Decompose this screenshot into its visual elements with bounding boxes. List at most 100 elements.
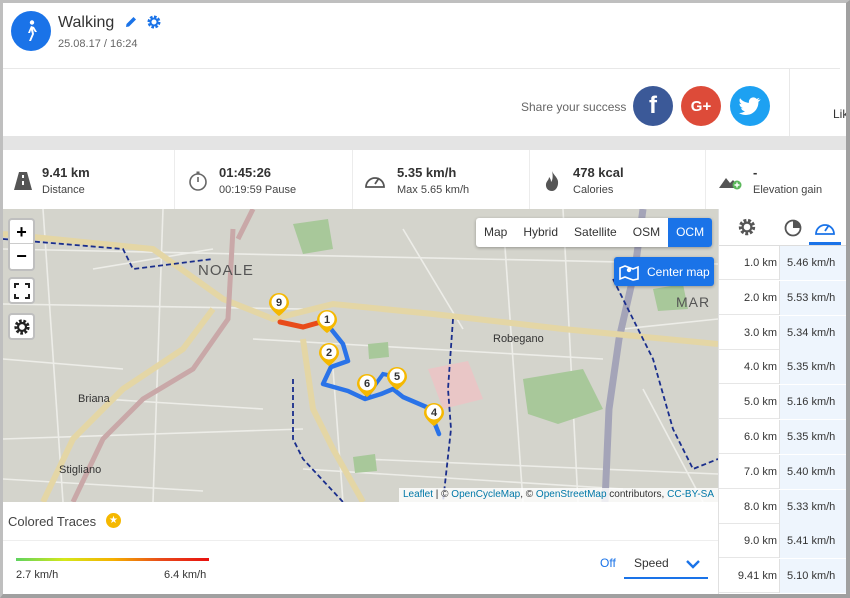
activity-header: Walking 25.08.17 / 16:24 <box>3 3 840 68</box>
pie-chart-icon[interactable] <box>783 218 803 243</box>
lap-row: 7.0 km 5.40 km/h <box>719 454 850 489</box>
like-label[interactable]: Lik <box>833 107 848 121</box>
opencyclemap-link[interactable]: OpenCycleMap <box>451 489 520 500</box>
pencil-icon[interactable] <box>124 15 138 34</box>
fullscreen-button[interactable] <box>8 277 35 304</box>
lap-speed: 5.41 km/h <box>779 524 850 559</box>
gear-icon[interactable] <box>737 217 757 242</box>
lap-distance: 9.0 km <box>743 535 777 548</box>
lap-speed: 5.10 km/h <box>779 559 850 594</box>
calories-label: Calories <box>573 184 614 196</box>
leaflet-link[interactable]: Leaflet <box>403 489 433 500</box>
lap-table: 1.0 km 5.46 km/h 2.0 km 5.53 km/h 3.0 km 5.34… <box>718 209 850 598</box>
google-plus-icon: G+ <box>690 97 712 115</box>
layer-satellite[interactable]: Satellite <box>566 218 625 247</box>
center-map-button[interactable]: Center map <box>614 257 714 286</box>
gradient-max-label: 6.4 km/h <box>164 569 207 581</box>
map-settings-button[interactable] <box>8 313 35 340</box>
place-label-mar: MAR <box>676 294 710 310</box>
lap-speed: 5.35 km/h <box>779 350 850 385</box>
lap-row: 3.0 km 5.34 km/h <box>719 315 850 350</box>
marker-label-6: 6 <box>364 378 370 390</box>
zoom-out-button[interactable]: − <box>10 244 33 268</box>
map-icon <box>619 264 639 281</box>
lap-speed: 5.33 km/h <box>779 489 850 524</box>
stat-calories: 478 kcal Calories <box>530 150 706 209</box>
layer-map[interactable]: Map <box>476 218 515 247</box>
facebook-share-button[interactable]: f <box>633 86 673 126</box>
elevation-value: - <box>753 165 758 180</box>
attribution-sep-2: , © <box>520 489 536 500</box>
zoom-in-button[interactable]: + <box>10 220 33 244</box>
section-divider <box>0 136 850 150</box>
pause-label: 00:19:59 Pause <box>219 184 297 196</box>
lap-row: 8.0 km 5.33 km/h <box>719 489 850 524</box>
traces-off-button[interactable]: Off <box>600 556 616 570</box>
layer-hybrid[interactable]: Hybrid <box>515 218 566 247</box>
map-layer-switcher: Map Hybrid Satellite OSM OCM <box>476 218 713 247</box>
gradient-min-label: 2.7 km/h <box>16 569 59 581</box>
traces-divider <box>3 540 718 541</box>
lap-speed: 5.40 km/h <box>779 454 850 489</box>
place-label-stigliano: Stigliano <box>59 464 101 476</box>
walking-icon <box>11 11 51 51</box>
duration-value: 01:45:26 <box>219 165 272 180</box>
marker-label-2: 2 <box>326 347 332 359</box>
active-tab-indicator <box>809 242 841 245</box>
marker-label-4: 4 <box>431 407 438 419</box>
gear-icon <box>13 318 30 335</box>
speedometer-tab-icon[interactable] <box>814 218 836 243</box>
stat-speed: 5.35 km/h Max 5.65 km/h <box>353 150 530 209</box>
lap-distance: 2.0 km <box>743 291 777 304</box>
lap-distance: 1.0 km <box>743 257 777 269</box>
openstreetmap-link[interactable]: OpenStreetMap <box>536 489 607 500</box>
lap-row: 6.0 km 5.35 km/h <box>719 420 850 454</box>
flame-icon <box>542 170 564 192</box>
lap-row: 5.0 km 5.16 km/h <box>719 385 850 420</box>
layer-osm[interactable]: OSM <box>625 218 668 247</box>
speedometer-icon <box>363 170 385 192</box>
route-map[interactable]: NOALE Robegano Briana Stigliano MAR 9 1 … <box>3 209 718 502</box>
lap-speed: 5.35 km/h <box>779 420 850 454</box>
road-icon <box>12 170 34 192</box>
trace-mode-value: Speed <box>634 556 669 570</box>
lap-distance: 8.0 km <box>743 500 777 513</box>
stat-distance: 9.41 km Distance <box>3 150 175 209</box>
marker-label-5: 5 <box>394 371 400 383</box>
lap-distance: 9.41 km <box>737 570 777 583</box>
gear-icon[interactable] <box>146 14 162 35</box>
lap-row: 9.0 km 5.41 km/h <box>719 524 850 559</box>
lap-distance: 3.0 km <box>743 326 777 339</box>
zoom-control: + − <box>8 218 35 271</box>
lap-row: 9.41 km 5.10 km/h <box>719 559 850 594</box>
lap-table-header <box>719 209 850 246</box>
stat-elevation: - Elevation gain <box>706 150 850 209</box>
distance-value: 9.41 km <box>42 165 90 180</box>
chevron-down-icon <box>685 557 701 575</box>
trace-mode-select[interactable]: Speed <box>624 553 708 579</box>
share-row: Share your success f G+ Lik <box>3 68 848 137</box>
elevation-label: Elevation gain <box>753 184 823 196</box>
place-label-noale: NOALE <box>198 262 254 279</box>
star-icon: ★ <box>106 513 121 528</box>
marker-label-1: 1 <box>324 314 330 326</box>
place-label-briana: Briana <box>78 393 111 405</box>
stat-duration: 01:45:26 00:19:59 Pause <box>175 150 353 209</box>
google-plus-share-button[interactable]: G+ <box>681 86 721 126</box>
fullscreen-icon <box>13 282 30 299</box>
twitter-share-button[interactable] <box>730 86 770 126</box>
colored-traces-panel: Colored Traces ★ 2.7 km/h 6.4 km/h Off S… <box>3 502 718 598</box>
twitter-icon <box>739 97 761 115</box>
share-text: Share your success <box>521 100 627 114</box>
activity-title: Walking <box>58 14 115 31</box>
marker-label-9: 9 <box>276 297 282 309</box>
layer-ocm[interactable]: OCM <box>668 218 713 247</box>
more-tab-icon[interactable] <box>845 220 850 241</box>
colored-traces-title: Colored Traces <box>8 514 97 529</box>
lap-speed: 5.16 km/h <box>779 385 850 420</box>
stopwatch-icon <box>187 170 209 192</box>
stats-bar: 9.41 km Distance 01:45:26 00:19:59 Pause… <box>3 150 850 209</box>
attribution-contributors: contributors, <box>606 489 668 500</box>
license-link[interactable]: CC-BY-SA <box>667 489 714 500</box>
center-map-label: Center map <box>647 264 710 279</box>
